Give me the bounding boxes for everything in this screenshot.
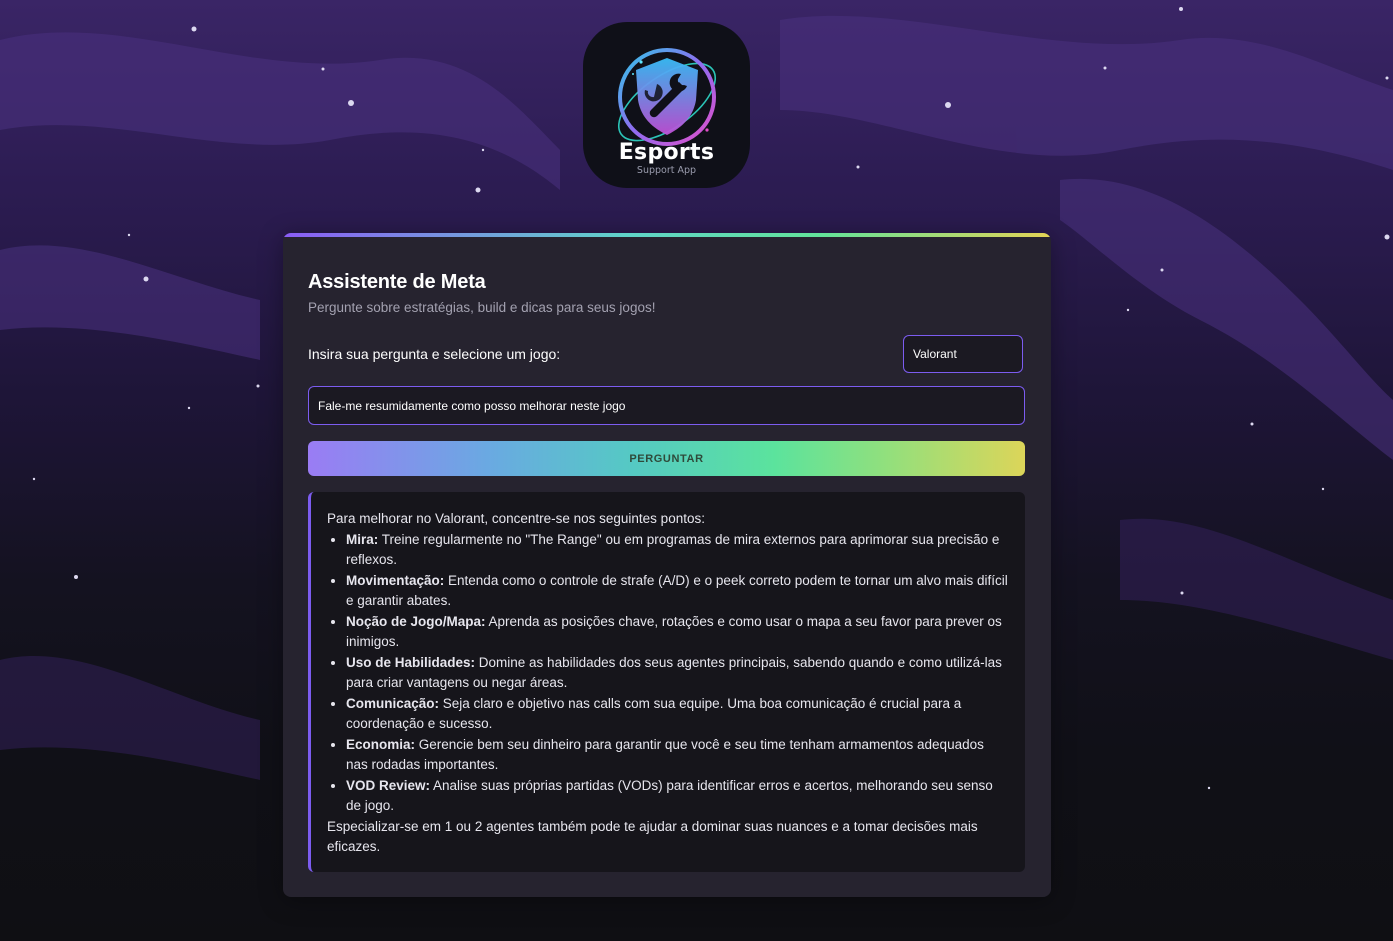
question-input[interactable] xyxy=(308,386,1025,425)
list-item-text: Analise suas próprias partidas (VODs) pa… xyxy=(346,777,993,814)
list-item-term: Movimentação: xyxy=(346,572,445,588)
page-title: Assistente de Meta xyxy=(308,271,486,293)
list-item: Comunicação: Seja claro e objetivo nas c… xyxy=(346,694,1009,735)
list-item: Noção de Jogo/Mapa: Aprenda as posições … xyxy=(346,612,1009,653)
list-item: Movimentação: Entenda como o controle de… xyxy=(346,571,1009,612)
logo-subtitle: Support App xyxy=(636,165,697,176)
meta-assistant-card: Assistente de Meta Pergunte sobre estrat… xyxy=(283,233,1051,897)
page-subtitle: Pergunte sobre estratégias, build e dica… xyxy=(308,300,656,315)
list-item-text: Gerencie bem seu dinheiro para garantir … xyxy=(346,736,984,773)
list-item-text: Seja claro e objetivo nas calls com sua … xyxy=(346,695,962,732)
ask-button[interactable]: PERGUNTAR xyxy=(308,441,1025,476)
shield-wrench-icon xyxy=(617,48,717,146)
list-item-term: Economia: xyxy=(346,736,416,752)
list-item-text: Treine regularmente no "The Range" ou em… xyxy=(346,531,1000,568)
list-item-term: Comunicação: xyxy=(346,695,440,711)
list-item: Mira: Treine regularmente no "The Range"… xyxy=(346,530,1009,571)
game-select-value: Valorant xyxy=(913,347,957,361)
list-item: VOD Review: Analise suas próprias partid… xyxy=(346,776,1009,817)
answer-panel: Para melhorar no Valorant, concentre-se … xyxy=(308,492,1025,872)
list-item-text: Entenda como o controle de strafe (A/D) … xyxy=(346,572,1008,609)
list-item-term: VOD Review: xyxy=(346,777,431,793)
list-item: Economia: Gerencie bem seu dinheiro para… xyxy=(346,735,1009,776)
answer-intro: Para melhorar no Valorant, concentre-se … xyxy=(327,511,705,526)
logo-title: Esports xyxy=(618,140,715,165)
game-select[interactable]: Valorant xyxy=(903,335,1023,373)
list-item: Uso de Habilidades: Domine as habilidade… xyxy=(346,653,1009,694)
prompt-label: Insira sua pergunta e selecione um jogo: xyxy=(308,346,561,362)
app-logo: Esports Support App xyxy=(583,22,750,188)
answer-list: Mira: Treine regularmente no "The Range"… xyxy=(327,530,1009,817)
list-item-term: Mira: xyxy=(346,531,379,547)
list-item-term: Noção de Jogo/Mapa: xyxy=(346,613,486,629)
gradient-accent-bar xyxy=(283,233,1051,237)
list-item-term: Uso de Habilidades: xyxy=(346,654,476,670)
answer-outro: Especializar-se em 1 ou 2 agentes também… xyxy=(327,818,978,855)
